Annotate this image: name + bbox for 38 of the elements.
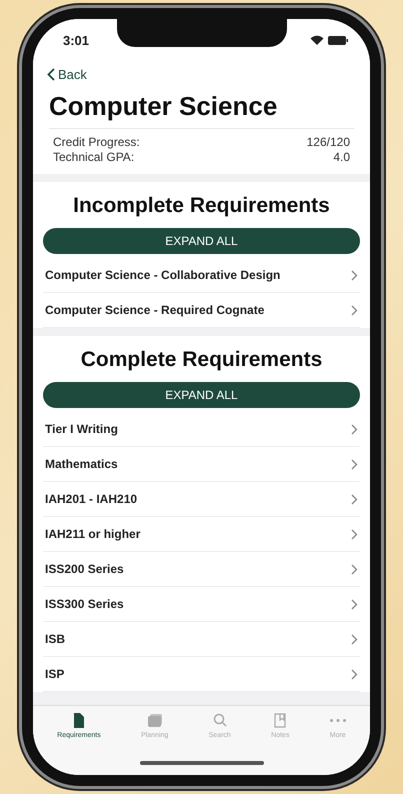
chevron-left-icon [47, 68, 55, 80]
search-icon [212, 712, 228, 728]
section-heading: Incomplete Requirements [72, 193, 331, 219]
requirement-label: ISP [45, 667, 64, 681]
page-title: Computer Science [49, 91, 278, 122]
battery-icon [328, 36, 348, 44]
chevron-icon [351, 270, 358, 280]
chevron-icon [351, 668, 358, 680]
chevron-icon [351, 528, 358, 540]
summary-value: 126/120 [306, 135, 350, 149]
expand-all-button[interactable]: EXPAND ALL [43, 382, 360, 408]
requirement-label: Tier I Writing [45, 422, 118, 436]
summary-label: Credit Progress: [53, 135, 140, 149]
requirement-label: ISS300 Series [45, 597, 124, 611]
folders-icon [146, 712, 163, 728]
chevron-icon [351, 458, 358, 470]
requirement-label: Computer Science - Required Cognate [45, 303, 264, 317]
requirement-label: IAH211 or higher [45, 527, 140, 541]
requirement-label: IAH201 - IAH210 [45, 492, 138, 506]
wifi-icon [310, 35, 324, 45]
chevron-icon [351, 424, 358, 434]
section-heading: Complete Requirements [80, 347, 324, 373]
summary-label: Technical GPA: [53, 150, 134, 164]
more-icon [330, 718, 346, 722]
chevron-icon [351, 634, 358, 644]
requirement-label: ISS200 Series [45, 562, 124, 576]
chevron-icon [351, 598, 358, 610]
chevron-icon [351, 304, 358, 316]
chevron-icon [351, 494, 358, 504]
status-time: 3:01 [63, 32, 90, 48]
requirement-label: Computer Science - Collaborative Design [45, 268, 280, 282]
expand-all-button[interactable]: EXPAND ALL [43, 228, 360, 254]
summary-value: 4.0 [333, 150, 350, 164]
back-button[interactable]: Back [43, 61, 91, 87]
requirement-label: Mathematics [45, 457, 118, 471]
note-icon [272, 712, 288, 728]
requirement-label: ISB [45, 632, 66, 646]
chevron-icon [351, 564, 358, 574]
